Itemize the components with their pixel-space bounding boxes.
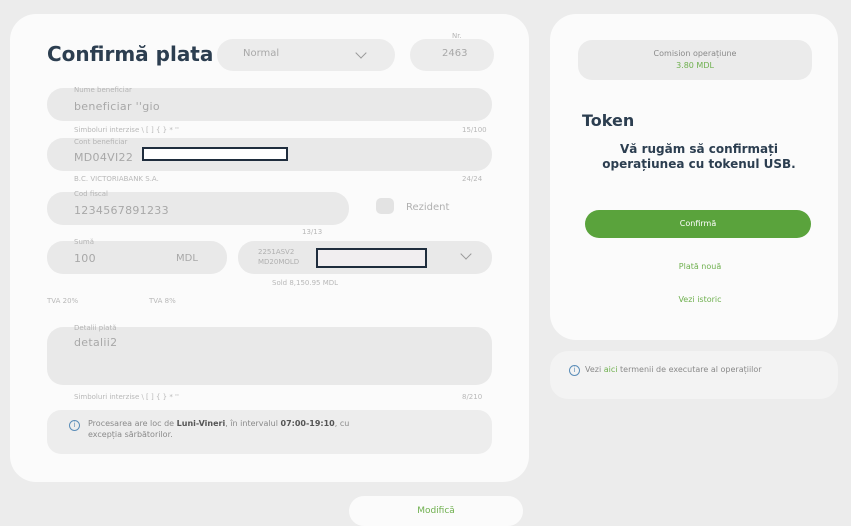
payment-number-field[interactable]: Nr. 2463 bbox=[410, 32, 494, 71]
commission-value: 3.80 MDL bbox=[676, 61, 714, 70]
balance-text: Sold 8,150.95 MDL bbox=[272, 279, 339, 287]
amount-value: 100 bbox=[74, 252, 96, 265]
redaction-box bbox=[316, 248, 427, 268]
info-days: Luni-Vineri bbox=[176, 419, 226, 428]
account-value: MD04VI22 bbox=[74, 151, 134, 164]
priority-value: Normal bbox=[243, 48, 280, 59]
redaction-box bbox=[142, 147, 288, 161]
vat8-label[interactable]: TVA 8% bbox=[149, 297, 176, 305]
beneficiary-name-label: Nume beneficiar bbox=[74, 86, 132, 94]
confirm-label: Confirmă bbox=[679, 219, 717, 228]
info-suffix: , cu bbox=[334, 419, 350, 428]
info-icon: i bbox=[69, 420, 80, 431]
resident-label: Rezident bbox=[406, 202, 450, 213]
number-value: 2463 bbox=[442, 48, 468, 59]
details-value: detalii2 bbox=[74, 336, 118, 349]
details-label: Detalii plată bbox=[74, 324, 117, 332]
fiscal-code-label: Cod fiscal bbox=[74, 190, 108, 198]
token-title: Token bbox=[582, 111, 635, 130]
confirm-button[interactable]: Confirmă bbox=[585, 210, 811, 238]
beneficiary-counter: 15/100 bbox=[462, 126, 487, 134]
history-link[interactable]: Vezi istoric bbox=[660, 295, 740, 304]
terms-link[interactable]: aici bbox=[604, 365, 618, 374]
info-prefix: Procesarea are loc de bbox=[88, 419, 177, 428]
fiscal-code-counter: 13/13 bbox=[302, 228, 323, 236]
beneficiary-name-value: beneficiar ''gio bbox=[74, 100, 160, 113]
amount-currency: MDL bbox=[176, 253, 198, 264]
terms-prefix: Vezi bbox=[585, 365, 604, 374]
details-counter: 8/210 bbox=[462, 393, 483, 401]
account-counter: 24/24 bbox=[462, 175, 483, 183]
info-line2: excepția sărbătorilor. bbox=[88, 430, 173, 439]
terms-box bbox=[550, 351, 838, 399]
token-message: Vă rugăm să confirmați operațiunea cu to… bbox=[602, 142, 796, 171]
amount-label: Sumă bbox=[74, 238, 94, 246]
debit-account-line2: MD20MOLD bbox=[258, 258, 300, 266]
terms-suffix: termenii de executare al operațiilor bbox=[617, 365, 762, 374]
account-bank: B.C. VICTORIABANK S.A. bbox=[74, 175, 159, 183]
fiscal-code-value: 1234567891233 bbox=[74, 204, 169, 217]
debit-account-line1: 2251ASV2 bbox=[258, 248, 295, 256]
resident-checkbox[interactable] bbox=[376, 198, 394, 214]
info-hours: 07:00-19:10 bbox=[280, 419, 335, 428]
terms-text: Vezi aici termenii de executare al opera… bbox=[585, 364, 795, 375]
commission-label: Comision operațiune bbox=[653, 49, 737, 58]
priority-select[interactable]: Normal bbox=[217, 39, 395, 71]
info-icon: i bbox=[569, 365, 580, 376]
chevron-down-icon bbox=[355, 47, 367, 59]
details-hint: Simboluri interzise \ [ ] { } * '' bbox=[74, 393, 179, 401]
processing-info-text: Procesarea are loc de Luni-Vineri, în in… bbox=[88, 418, 349, 440]
beneficiary-hint: Simboluri interzise \ [ ] { } * '' bbox=[74, 126, 179, 134]
info-mid: , în intervalul bbox=[225, 419, 281, 428]
vat20-label[interactable]: TVA 20% bbox=[47, 297, 78, 305]
new-payment-link[interactable]: Plată nouă bbox=[660, 262, 740, 271]
commission-box: Comision operațiune 3.80 MDL bbox=[578, 40, 812, 80]
page-title: Confirmă plata bbox=[47, 42, 214, 66]
modify-label: Modifică bbox=[417, 506, 455, 516]
number-label: Nr. bbox=[452, 32, 462, 40]
account-label: Cont beneficiar bbox=[74, 138, 128, 146]
